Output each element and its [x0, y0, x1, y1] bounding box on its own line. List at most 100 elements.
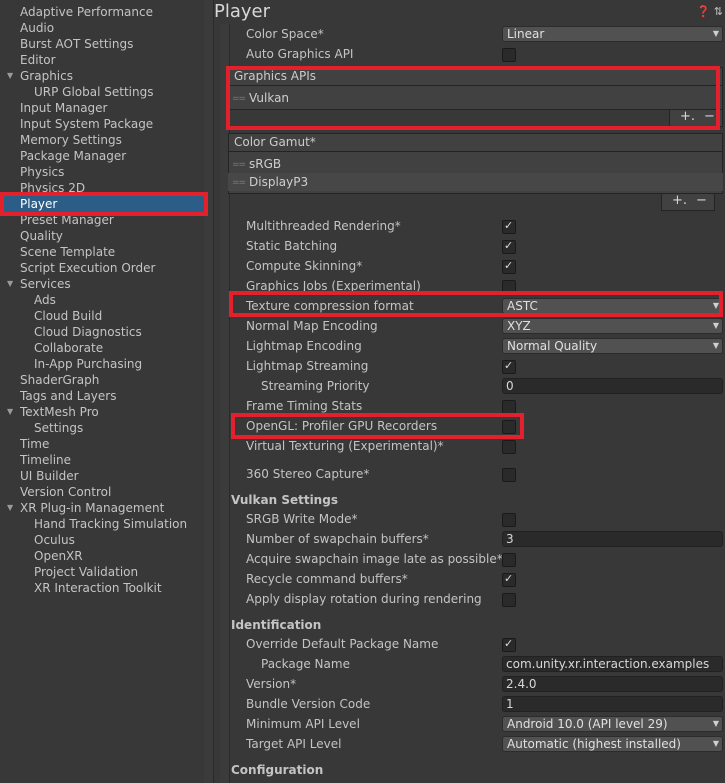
sidebar-item-project-validation[interactable]: Project Validation: [0, 564, 204, 580]
srgb-write-mode-label: SRGB Write Mode*: [246, 512, 358, 526]
sidebar-item-label: UI Builder: [20, 469, 79, 483]
lightmap-encoding-dropdown[interactable]: Normal Quality ▼: [502, 338, 723, 354]
frame-timing-stats-checkbox[interactable]: [502, 400, 516, 414]
sidebar-item-label: Quality: [20, 229, 63, 243]
sidebar-item-xr-plug-in-management[interactable]: ▼ XR Plug-in Management: [0, 500, 204, 516]
sidebar-item-input-manager[interactable]: Input Manager: [0, 100, 204, 116]
sidebar-item-cloud-diagnostics[interactable]: Cloud Diagnostics: [0, 324, 204, 340]
sidebar-item-in-app-purchasing[interactable]: In-App Purchasing: [0, 356, 204, 372]
sidebar-item-label: Editor: [20, 53, 56, 67]
minus-icon[interactable]: −: [704, 109, 715, 124]
stereo-capture-checkbox[interactable]: [502, 468, 516, 482]
sidebar-item-scene-template[interactable]: Scene Template: [0, 244, 204, 260]
sidebar-item-label: XR Interaction Toolkit: [34, 581, 162, 595]
chevron-down-icon: ▼: [712, 301, 719, 310]
expand-arrow-icon[interactable]: ▼: [7, 276, 13, 292]
minus-icon[interactable]: −: [696, 193, 707, 208]
compute-skinning-checkbox[interactable]: ✓: [502, 259, 516, 274]
sidebar-item-package-manager[interactable]: Package Manager: [0, 148, 204, 164]
drag-handle-icon[interactable]: ==: [232, 156, 246, 174]
sidebar-item-player[interactable]: Player: [0, 196, 204, 212]
swapchain-buffers-field[interactable]: 3: [502, 531, 723, 547]
swapchain-buffers-label: Number of swapchain buffers*: [246, 532, 429, 546]
sidebar-item-shadergraph[interactable]: ShaderGraph: [0, 372, 204, 388]
sidebar-item-openxr[interactable]: OpenXR: [0, 548, 204, 564]
plus-icon[interactable]: +.: [680, 109, 695, 124]
minimum-api-level-dropdown[interactable]: Android 10.0 (API level 29) ▼: [502, 716, 723, 732]
sidebar-item-preset-manager[interactable]: Preset Manager: [0, 212, 204, 228]
sidebar-item-graphics[interactable]: ▼ Graphics: [0, 68, 204, 84]
expand-arrow-icon[interactable]: ▼: [7, 68, 13, 84]
sidebar-item-adaptive-performance[interactable]: Adaptive Performance: [0, 4, 204, 20]
sidebar-item-label: Tags and Layers: [20, 389, 117, 403]
sidebar-item-hand-tracking-simulation[interactable]: Hand Tracking Simulation: [0, 516, 204, 532]
auto-graphics-api-checkbox[interactable]: [502, 48, 516, 62]
sidebar-item-cloud-build[interactable]: Cloud Build: [0, 308, 204, 324]
drag-handle-icon[interactable]: ==: [232, 174, 246, 192]
sidebar-item-label: In-App Purchasing: [34, 357, 143, 371]
expand-arrow-icon[interactable]: ▼: [7, 500, 13, 516]
sidebar-item-ui-builder[interactable]: UI Builder: [0, 468, 204, 484]
texture-compression-value: ASTC: [507, 299, 538, 313]
sidebar-item-memory-settings[interactable]: Memory Settings: [0, 132, 204, 148]
sidebar-item-urp-global-settings[interactable]: URP Global Settings: [0, 84, 204, 100]
normal-map-encoding-dropdown[interactable]: XYZ ▼: [502, 318, 723, 334]
list-item[interactable]: == sRGB: [228, 155, 723, 173]
sidebar-item-version-control[interactable]: Version Control: [0, 484, 204, 500]
sidebar-item-services[interactable]: ▼ Services: [0, 276, 204, 292]
sidebar-item-tags-and-layers[interactable]: Tags and Layers: [0, 388, 204, 404]
list-item[interactable]: == DisplayP3: [228, 173, 723, 191]
help-settings-icon[interactable]: ❓ ⇅: [697, 5, 723, 18]
override-package-name-checkbox[interactable]: ✓: [502, 637, 516, 652]
sidebar-item-quality[interactable]: Quality: [0, 228, 204, 244]
sidebar-item-label: TextMesh Pro: [20, 405, 99, 419]
recycle-command-buffers-checkbox[interactable]: ✓: [502, 572, 516, 587]
texture-compression-dropdown[interactable]: ASTC ▼: [502, 298, 723, 314]
version-field[interactable]: 2.4.0: [502, 676, 723, 692]
multithreaded-rendering-checkbox[interactable]: ✓: [502, 219, 516, 234]
bundle-version-code-field[interactable]: 1: [502, 696, 723, 712]
sidebar-item-physics-2d[interactable]: Physics 2D: [0, 180, 204, 196]
sidebar-item-label: URP Global Settings: [34, 85, 154, 99]
opengl-profiler-checkbox[interactable]: [502, 420, 516, 434]
list-item[interactable]: == Vulkan: [228, 89, 723, 107]
streaming-priority-field[interactable]: 0: [502, 378, 723, 394]
sidebar-item-editor[interactable]: Editor: [0, 52, 204, 68]
sidebar-item-burst-aot-settings[interactable]: Burst AOT Settings: [0, 36, 204, 52]
sidebar-item-label: Services: [20, 277, 71, 291]
static-batching-checkbox[interactable]: ✓: [502, 239, 516, 254]
srgb-write-mode-checkbox[interactable]: [502, 513, 516, 527]
apply-display-rotation-checkbox[interactable]: [502, 593, 516, 607]
target-api-level-dropdown[interactable]: Automatic (highest installed) ▼: [502, 736, 723, 752]
sidebar-item-oculus[interactable]: Oculus: [0, 532, 204, 548]
color-gamut-list-header: Color Gamut*: [228, 133, 723, 152]
sidebar-item-timeline[interactable]: Timeline: [0, 452, 204, 468]
graphics-jobs-checkbox[interactable]: [502, 280, 516, 294]
virtual-texturing-checkbox[interactable]: [502, 440, 516, 454]
lightmap-streaming-label: Lightmap Streaming: [246, 359, 369, 373]
color-space-dropdown[interactable]: Linear ▼: [502, 26, 723, 42]
sidebar-item-label: Project Validation: [34, 565, 139, 579]
sidebar-item-textmesh-pro[interactable]: ▼ TextMesh Pro: [0, 404, 204, 420]
checkmark-icon: ✓: [504, 572, 514, 585]
package-name-field[interactable]: com.unity.xr.interaction.examples: [502, 656, 723, 672]
expand-arrow-icon[interactable]: ▼: [7, 404, 13, 420]
sidebar-item-audio[interactable]: Audio: [0, 20, 204, 36]
lightmap-streaming-checkbox[interactable]: ✓: [502, 359, 516, 374]
bundle-version-code-label: Bundle Version Code: [246, 697, 371, 711]
sidebar-item-physics[interactable]: Physics: [0, 164, 204, 180]
vulkan-settings-header: Vulkan Settings: [231, 493, 338, 507]
drag-handle-icon[interactable]: ==: [232, 90, 246, 108]
sidebar-item-collaborate[interactable]: Collaborate: [0, 340, 204, 356]
sidebar-item-xr-interaction-toolkit[interactable]: XR Interaction Toolkit: [0, 580, 204, 596]
sidebar-item-settings[interactable]: Settings: [0, 420, 204, 436]
acquire-swapchain-checkbox[interactable]: [502, 553, 516, 567]
sidebar-item-time[interactable]: Time: [0, 436, 204, 452]
player-settings-panel: Player ❓ ⇅ Color Space* Linear ▼ Auto Gr…: [214, 0, 725, 783]
sidebar-scrollbar[interactable]: [204, 0, 214, 783]
sidebar-item-script-execution-order[interactable]: Script Execution Order: [0, 260, 204, 276]
sidebar-item-ads[interactable]: Ads: [0, 292, 204, 308]
sidebar-item-input-system-package[interactable]: Input System Package: [0, 116, 204, 132]
bundle-version-code-value: 1: [506, 697, 514, 711]
plus-icon[interactable]: +.: [672, 193, 687, 208]
